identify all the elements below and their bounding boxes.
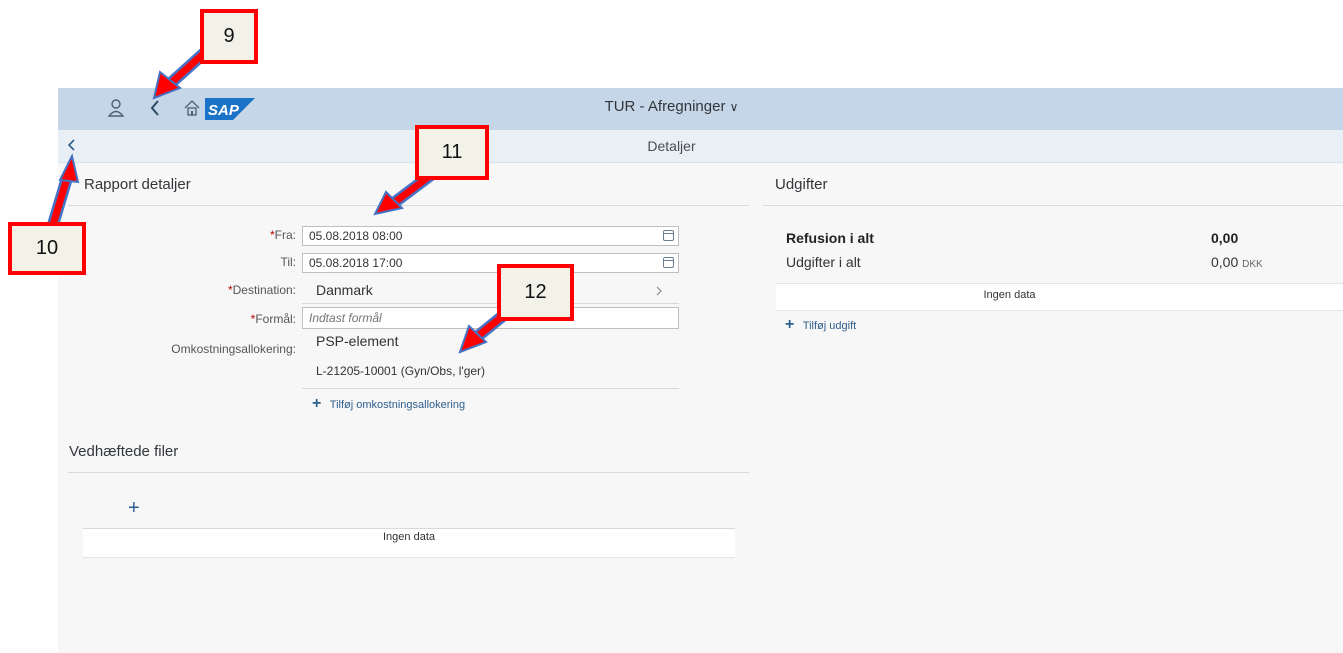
empty-text: Ingen data — [983, 289, 1036, 301]
til-date-input[interactable]: 05.08.2018 17:00 — [302, 253, 679, 273]
page-title: Detaljer — [647, 138, 696, 154]
divider — [302, 388, 679, 389]
formal-label: *Formål: — [250, 312, 296, 326]
expenses-table: Ingen data — [776, 283, 1343, 311]
empty-text: Ingen data — [383, 531, 435, 543]
allocation-type: PSP-element — [316, 333, 399, 349]
calendar-icon[interactable] — [663, 257, 674, 268]
divider — [68, 472, 749, 473]
callout-10: 10 — [8, 222, 86, 275]
formal-input[interactable] — [302, 307, 679, 329]
section-title-report: Rapport detaljer — [84, 176, 191, 193]
chevron-right-icon[interactable] — [655, 284, 663, 296]
allocation-label: Omkostningsallokering: — [171, 342, 296, 356]
add-allocation-button[interactable]: + Tilføj omkostningsallokering — [312, 395, 465, 413]
add-expense-button[interactable]: + Tilføj udgift — [785, 316, 856, 334]
destination-label: *Destination: — [227, 283, 296, 297]
divider — [763, 205, 1343, 206]
callout-12: 12 — [497, 264, 574, 321]
calendar-icon[interactable] — [663, 230, 674, 241]
attachments-table: Ingen data — [83, 528, 735, 558]
chevron-down-icon[interactable]: ∨ — [730, 100, 739, 114]
section-title-expenses: Udgifter — [775, 176, 828, 193]
destination-value[interactable]: Danmark — [316, 282, 373, 298]
currency-label: DKK — [1242, 259, 1263, 270]
plus-icon: + — [312, 395, 322, 412]
total-label: Udgifter i alt — [786, 254, 861, 270]
section-title-attachments: Vedhæftede filer — [69, 443, 179, 460]
refund-label: Refusion i alt — [786, 230, 874, 246]
app-title[interactable]: TUR - Afregninger ∨ — [0, 98, 1343, 115]
add-attachment-button[interactable]: + — [128, 497, 140, 520]
callout-11: 11 — [415, 125, 489, 180]
fra-date-input[interactable]: 05.08.2018 08:00 — [302, 226, 679, 246]
til-label: Til: — [280, 255, 296, 269]
allocation-value[interactable]: L-21205-10001 (Gyn/Obs, l'ger) — [316, 364, 485, 378]
plus-icon: + — [785, 316, 795, 333]
refund-value: 0,00 — [1211, 230, 1239, 246]
divider — [68, 205, 749, 206]
callout-9: 9 — [200, 9, 258, 64]
divider — [302, 303, 679, 304]
fra-label: *Fra: — [269, 228, 296, 242]
total-value: 0,00 DKK — [1211, 254, 1263, 270]
